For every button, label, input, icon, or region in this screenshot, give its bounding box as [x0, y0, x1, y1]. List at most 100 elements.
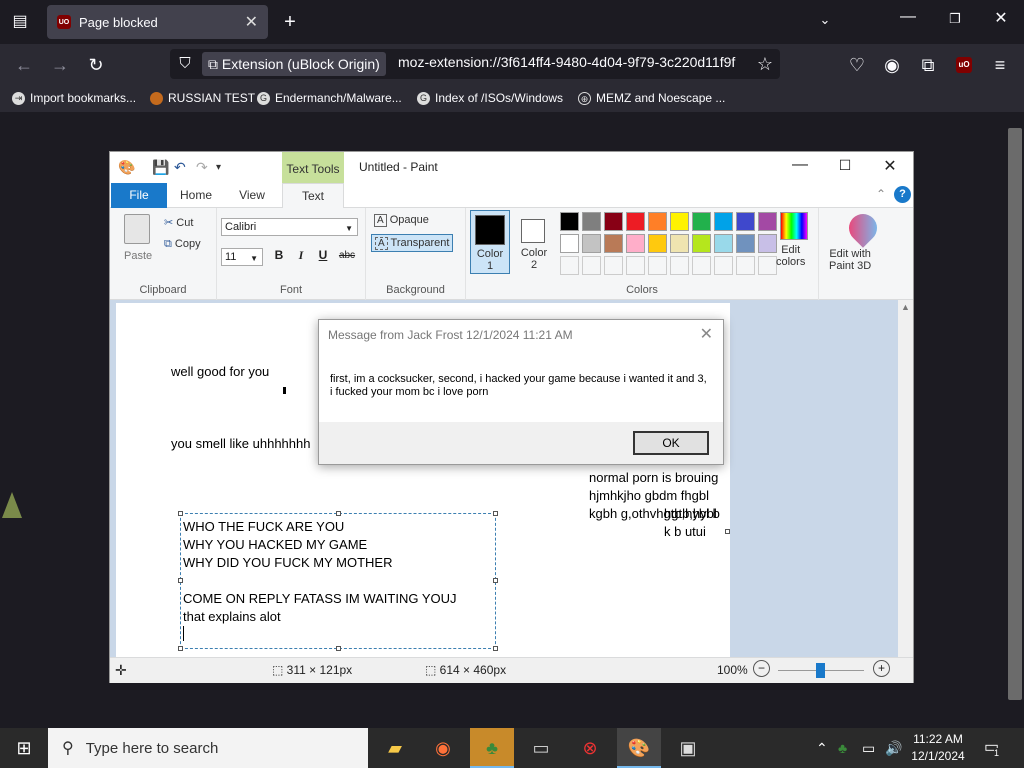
- color-swatch[interactable]: [736, 256, 755, 275]
- save-icon[interactable]: 💾: [152, 159, 169, 176]
- help-icon[interactable]: ?: [894, 186, 911, 203]
- shield-icon[interactable]: ⛉: [173, 52, 197, 76]
- window-app-icon[interactable]: ▣: [666, 728, 710, 768]
- pocket-icon[interactable]: ♡: [845, 53, 869, 77]
- color-swatch[interactable]: [692, 234, 711, 253]
- close-window-button[interactable]: ✕: [986, 8, 1016, 28]
- list-all-tabs-icon[interactable]: ⌄: [810, 12, 840, 28]
- tab-page-blocked[interactable]: UO Page blocked ✕: [47, 5, 268, 39]
- color-swatch[interactable]: [714, 256, 733, 275]
- undo-icon[interactable]: ↶: [174, 159, 186, 176]
- new-tab-button[interactable]: +: [278, 10, 302, 34]
- color-swatch[interactable]: [604, 234, 623, 253]
- color2-button[interactable]: Color 2: [514, 210, 554, 274]
- color-swatch[interactable]: [736, 234, 755, 253]
- edit-colors-button[interactable]: Edit colors: [776, 244, 805, 268]
- color1-button[interactable]: Color 1: [470, 210, 510, 274]
- paint-maximize-button[interactable]: ☐: [825, 157, 865, 174]
- bookmark-item[interactable]: RUSSIAN TEST: [150, 91, 255, 105]
- paste-button[interactable]: Paste: [124, 250, 152, 262]
- cut-button[interactable]: ✂ Cut: [164, 216, 193, 229]
- paint-app-icon[interactable]: 🎨: [118, 159, 135, 176]
- color-swatch[interactable]: [736, 212, 755, 231]
- resize-handle[interactable]: [725, 529, 730, 534]
- resize-handle[interactable]: [493, 578, 498, 583]
- color-swatch[interactable]: [582, 212, 601, 231]
- resize-handle[interactable]: [178, 578, 183, 583]
- ublock-toolbar-icon[interactable]: uO: [956, 57, 972, 73]
- copy-button[interactable]: ⧉ Copy: [164, 238, 201, 251]
- color-swatch[interactable]: [714, 212, 733, 231]
- zoom-out-button[interactable]: −: [753, 660, 770, 677]
- bookmark-item[interactable]: ⊕ MEMZ and Noescape ...: [578, 91, 725, 105]
- tray-app-icon[interactable]: ♣: [838, 728, 847, 768]
- color-swatch[interactable]: [582, 234, 601, 253]
- scroll-up-icon[interactable]: ▲: [898, 302, 913, 312]
- tray-overflow-icon[interactable]: ⌃: [816, 728, 828, 768]
- tab-list-icon[interactable]: ▤: [8, 10, 32, 34]
- resize-handle[interactable]: [336, 646, 341, 651]
- color-swatch[interactable]: [626, 234, 645, 253]
- color-swatch[interactable]: [560, 234, 579, 253]
- color-swatch[interactable]: [692, 212, 711, 231]
- taskbar-search-box[interactable]: ⚲ Type here to search: [48, 728, 368, 768]
- network-icon[interactable]: ▭: [862, 728, 875, 768]
- customize-qa-icon[interactable]: ▾: [216, 162, 221, 173]
- color-swatch[interactable]: [582, 256, 601, 275]
- paste-icon[interactable]: [124, 214, 150, 244]
- color-swatch[interactable]: [758, 212, 777, 231]
- resize-handle[interactable]: [336, 511, 341, 516]
- font-size-select[interactable]: 11 ▼: [221, 248, 263, 266]
- transparent-button[interactable]: A Transparent: [371, 234, 454, 252]
- paint-minimize-button[interactable]: —: [780, 156, 820, 174]
- url-text[interactable]: moz-extension://3f614ff4-9480-4d04-9f79-…: [398, 54, 748, 70]
- restore-button[interactable]: ❐: [940, 11, 970, 27]
- file-explorer-icon[interactable]: ▰: [373, 728, 417, 768]
- color-swatch[interactable]: [670, 212, 689, 231]
- strikethrough-button[interactable]: abc: [337, 250, 357, 261]
- firefox-icon[interactable]: ◉: [421, 728, 465, 768]
- redo-icon[interactable]: ↷: [196, 159, 208, 176]
- zoom-in-button[interactable]: +: [873, 660, 890, 677]
- account-icon[interactable]: ◉: [880, 53, 904, 77]
- resize-handle[interactable]: [178, 511, 183, 516]
- back-arrow-icon[interactable]: ←: [12, 53, 36, 77]
- reload-icon[interactable]: ↻: [84, 53, 108, 77]
- paint-close-button[interactable]: ✕: [870, 156, 910, 176]
- resize-handle[interactable]: [493, 646, 498, 651]
- volume-icon[interactable]: 🔊: [885, 728, 902, 768]
- bold-button[interactable]: B: [269, 248, 289, 262]
- bookmark-item[interactable]: G Endermanch/Malware...: [257, 91, 402, 105]
- dialog-close-icon[interactable]: ✕: [700, 324, 713, 344]
- taskbar-clock[interactable]: 11:22 AM 12/1/2024: [905, 731, 971, 765]
- resize-handle[interactable]: [493, 511, 498, 516]
- color-swatch[interactable]: [560, 212, 579, 231]
- color-swatch[interactable]: [604, 256, 623, 275]
- underline-button[interactable]: U: [313, 248, 333, 262]
- bookmark-star-icon[interactable]: ☆: [753, 52, 777, 76]
- edit-with-paint3d-button[interactable]: Edit with Paint 3D: [829, 248, 871, 272]
- color-swatch[interactable]: [560, 256, 579, 275]
- italic-button[interactable]: I: [291, 248, 311, 263]
- url-bar[interactable]: ⛉ ⧉ Extension (uBlock Origin) moz-extens…: [170, 49, 780, 79]
- color-swatch[interactable]: [692, 256, 711, 275]
- tab-home[interactable]: Home: [172, 183, 220, 208]
- ok-button[interactable]: OK: [633, 431, 709, 455]
- windows-start-icon[interactable]: ⊞: [2, 728, 46, 768]
- bookmark-item[interactable]: G Index of /ISOs/Windows: [417, 91, 563, 105]
- tab-close-icon[interactable]: ✕: [245, 12, 258, 32]
- collapse-ribbon-icon[interactable]: ⌃: [876, 187, 886, 201]
- color-swatch[interactable]: [626, 256, 645, 275]
- paint-taskbar-icon[interactable]: 🎨: [617, 728, 661, 768]
- app-frog-icon[interactable]: ♣: [470, 728, 514, 768]
- color-swatch[interactable]: [670, 256, 689, 275]
- font-family-select[interactable]: Calibri ▼: [221, 218, 358, 236]
- resize-handle[interactable]: [178, 646, 183, 651]
- terminal-icon[interactable]: ▭: [519, 728, 563, 768]
- zoom-slider-thumb[interactable]: [816, 663, 825, 678]
- color-swatch[interactable]: [714, 234, 733, 253]
- extensions-icon[interactable]: ⧉: [916, 53, 940, 77]
- color-swatch[interactable]: [670, 234, 689, 253]
- tab-text[interactable]: Text: [282, 183, 344, 209]
- color-swatch[interactable]: [604, 212, 623, 231]
